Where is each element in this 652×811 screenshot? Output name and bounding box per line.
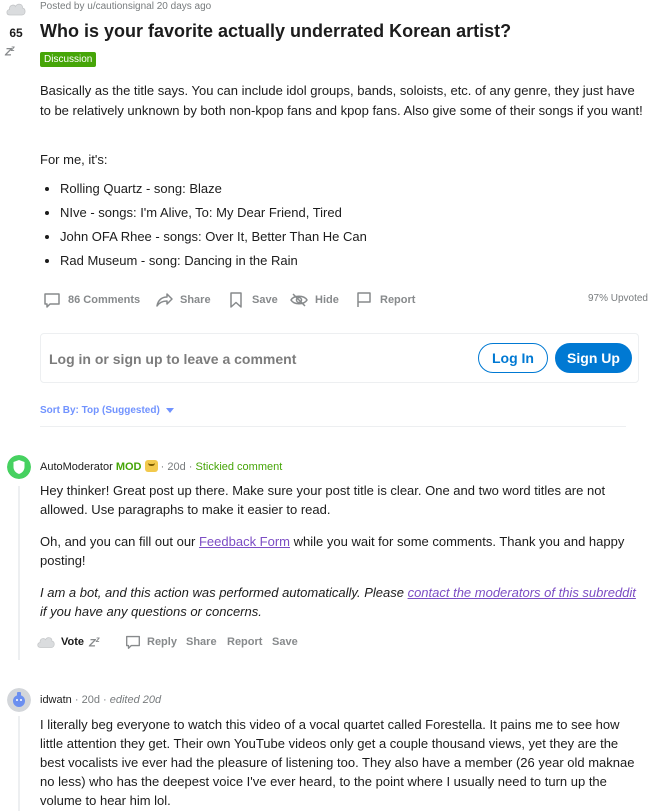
comment-author[interactable]: AutoModerator — [40, 461, 113, 473]
reply-label: Reply — [147, 636, 177, 648]
stickied-label: Stickied comment — [195, 461, 283, 473]
comment-text: Oh, and you can fill out our — [40, 534, 199, 549]
comments-count: 86 Comments — [68, 294, 141, 306]
comment-icon — [126, 635, 140, 649]
comment-icon — [44, 293, 60, 308]
flag-icon — [357, 292, 371, 307]
save-button[interactable]: Save — [272, 632, 298, 652]
posted-by: Posted by u/cautionsignal 20 days ago — [40, 1, 212, 12]
report-button[interactable]: Report — [227, 632, 262, 652]
share-icon — [156, 293, 173, 307]
report-label: Report — [380, 294, 416, 306]
bookmark-icon — [230, 292, 242, 308]
thread-line[interactable] — [18, 486, 20, 660]
report-button[interactable]: Report — [354, 288, 415, 312]
mod-emoji-icon — [144, 460, 158, 472]
upvote-cloud-icon[interactable] — [36, 635, 56, 649]
share-button[interactable]: Share — [154, 288, 211, 312]
save-button[interactable]: Save — [226, 288, 278, 312]
user-avatar[interactable] — [7, 688, 31, 712]
comment-time: · 20d · — [74, 694, 107, 706]
comment-paragraph: Oh, and you can fill out our Feedback Fo… — [40, 532, 640, 570]
thread-line[interactable] — [18, 716, 20, 811]
upvote-cloud-icon[interactable] — [5, 2, 27, 16]
sort-dropdown[interactable]: Sort By: Top (Suggested) — [40, 405, 174, 416]
list-item: NIve - songs: I'm Alive, To: My Dear Fri… — [60, 201, 640, 225]
post-action-bar: 86 Comments Share Save Hide Report 97% U… — [40, 288, 652, 312]
comment-paragraph: Hey thinker! Great post up there. Make s… — [40, 483, 606, 517]
downvote-zz-icon[interactable]: Zz — [5, 44, 15, 59]
hide-label: Hide — [315, 294, 339, 306]
artist-list: Rolling Quartz - song: Blaze NIve - song… — [40, 177, 640, 273]
comment-paragraph: I am a bot, and this action was performe… — [40, 583, 640, 621]
comment-meta: AutoModerator MOD · 20d · Stickied comme… — [40, 460, 282, 473]
comment-paragraph: I literally beg everyone to watch this v… — [40, 717, 635, 808]
feedback-form-link[interactable]: Feedback Form — [199, 534, 290, 549]
list-item: Rad Museum - song: Dancing in the Rain — [60, 249, 640, 273]
comment-login-box: Log in or sign up to leave a comment Log… — [40, 333, 639, 383]
comment-text: I am a bot, and this action was performe… — [40, 585, 408, 600]
caret-down-icon — [165, 407, 174, 413]
vote-label: Vote — [61, 636, 85, 648]
automoderator-avatar[interactable] — [7, 455, 31, 479]
post-body-paragraph: Basically as the title says. You can inc… — [40, 83, 643, 118]
divider — [40, 426, 626, 427]
mod-badge: MOD — [115, 461, 142, 473]
hide-eye-icon — [290, 293, 308, 307]
post-flair[interactable]: Discussion — [40, 52, 97, 67]
comment-vote: Vote Zz — [36, 632, 100, 652]
post-title[interactable]: Who is your favorite actually underrated… — [40, 21, 511, 42]
comment-time: · 20d · — [160, 461, 193, 473]
reply-button[interactable]: Reply — [124, 632, 177, 652]
share-button[interactable]: Share — [186, 632, 217, 652]
save-label: Save — [252, 294, 278, 306]
comments-button[interactable]: 86 Comments — [42, 288, 140, 312]
post-body-paragraph: For me, it's: — [40, 152, 108, 167]
hide-button[interactable]: Hide — [289, 288, 339, 312]
comment-meta: idwatn · 20d · edited 20d — [40, 694, 161, 706]
downvote-zz-icon[interactable]: Zz — [89, 635, 100, 650]
list-item: Rolling Quartz - song: Blaze — [60, 177, 640, 201]
login-button[interactable]: Log In — [478, 343, 548, 373]
upvote-ratio: 97% Upvoted — [587, 293, 648, 304]
comment-text: if you have any questions or concerns. — [40, 604, 262, 619]
edited-label: edited 20d — [109, 694, 162, 706]
signup-button[interactable]: Sign Up — [555, 343, 632, 373]
login-prompt: Log in or sign up to leave a comment — [49, 351, 297, 367]
share-label: Share — [180, 294, 211, 306]
post-score: 65 — [9, 26, 23, 40]
comment-author[interactable]: idwatn — [40, 694, 72, 706]
contact-moderators-link[interactable]: contact the moderators of this subreddit — [408, 585, 636, 600]
sort-label: Sort By: Top (Suggested) — [40, 405, 160, 416]
list-item: John OFA Rhee - songs: Over It, Better T… — [60, 225, 640, 249]
